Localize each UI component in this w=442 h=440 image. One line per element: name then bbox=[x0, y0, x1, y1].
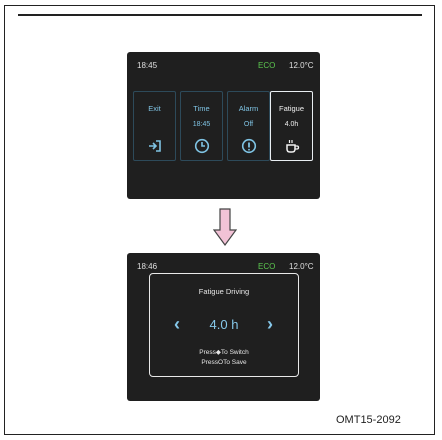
status-eco-mode: ECO bbox=[258, 61, 276, 70]
tile-fatigue-value: 4.0h bbox=[284, 121, 299, 128]
figure-code: OMT15-2092 bbox=[336, 414, 401, 426]
fatigue-time-value: 4.0 h bbox=[209, 317, 239, 332]
hint-switch: Press◆To Switch bbox=[199, 349, 249, 356]
tile-exit[interactable]: Exit bbox=[133, 91, 176, 161]
status-time: 18:45 bbox=[137, 61, 158, 70]
tile-time-value: 18:45 bbox=[192, 121, 211, 128]
clock-icon bbox=[194, 138, 209, 154]
status-eco-mode: ECO bbox=[258, 262, 276, 271]
coffee-cup-icon bbox=[285, 140, 299, 153]
status-time: 18:46 bbox=[137, 262, 158, 271]
tile-alarm-value: Off bbox=[243, 121, 254, 128]
fatigue-driving-dialog: Fatigue Driving ‹ 4.0 h › Press◆To Switc… bbox=[149, 273, 299, 377]
tile-alarm[interactable]: Alarm Off bbox=[227, 91, 270, 161]
dialog-title: Fatigue Driving bbox=[198, 287, 250, 296]
tile-time-label: Time bbox=[193, 104, 210, 113]
tile-fatigue[interactable]: Fatigue 4.0h bbox=[270, 91, 313, 161]
status-temperature: 12.0°C bbox=[289, 61, 314, 70]
tile-alarm-label: Alarm bbox=[238, 104, 259, 113]
tile-time[interactable]: Time 18:45 bbox=[180, 91, 223, 161]
chevron-right-icon[interactable]: › bbox=[267, 315, 273, 333]
exit-icon bbox=[148, 140, 161, 152]
hint-save: PressOTo Save bbox=[201, 359, 247, 366]
tile-fatigue-label: Fatigue bbox=[278, 104, 305, 113]
header-rule bbox=[18, 14, 422, 16]
down-arrow-icon bbox=[213, 208, 237, 246]
status-temperature: 12.0°C bbox=[289, 262, 314, 271]
alarm-icon bbox=[241, 138, 256, 154]
fatigue-dialog-screen: 18:46 ECO 12.0°C Fatigue Driving ‹ 4.0 h… bbox=[127, 253, 320, 401]
menu-screen: 18:45 ECO 12.0°C Exit Time 18:45 Alarm O… bbox=[127, 52, 320, 199]
tile-exit-label: Exit bbox=[148, 104, 161, 113]
